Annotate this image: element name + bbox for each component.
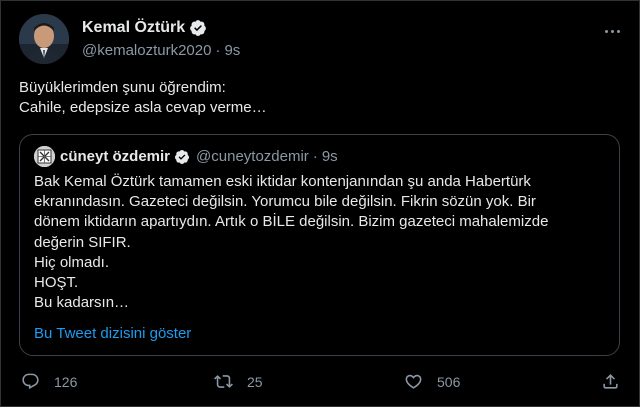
retweet-button[interactable]: 25 bbox=[214, 372, 263, 391]
quoted-author-meta: @cuneytozdemir · 9s bbox=[196, 148, 338, 165]
more-options-icon[interactable] bbox=[600, 21, 624, 41]
like-button[interactable]: 506 bbox=[404, 372, 460, 391]
quoted-author-avatar bbox=[34, 146, 55, 167]
reply-button[interactable]: 126 bbox=[21, 372, 77, 391]
reply-count: 126 bbox=[54, 373, 78, 390]
share-button[interactable] bbox=[601, 372, 620, 391]
author-handle[interactable]: @kemalozturk2020 bbox=[82, 42, 211, 59]
verified-badge-icon bbox=[175, 149, 190, 164]
quoted-tweet-line: değerin SIFIR. bbox=[34, 233, 131, 251]
show-thread-link[interactable]: Bu Tweet dizisini göster bbox=[34, 325, 191, 342]
quoted-tweet-line: dönem iktidarın apartıydın. Artık o BİLE… bbox=[34, 213, 549, 231]
share-icon bbox=[603, 374, 618, 389]
author-meta: @kemalozturk2020 · 9s bbox=[82, 42, 240, 59]
heart-icon bbox=[405, 374, 422, 389]
author-avatar[interactable] bbox=[19, 14, 69, 64]
reply-icon bbox=[22, 373, 39, 390]
quoted-tweet-line: Bu kadarsın… bbox=[34, 294, 130, 312]
verified-badge-icon bbox=[190, 20, 207, 36]
quoted-tweet-timestamp: 9s bbox=[321, 148, 338, 165]
tweet-line: Cahile, edepsize asla cevap verme… bbox=[19, 99, 267, 116]
quoted-tweet-line: HOŞT. bbox=[34, 274, 79, 292]
quoted-tweet-line: ekranındasın. Gazeteci değilsin. Yorumcu… bbox=[34, 193, 536, 211]
author-display-name[interactable]: Kemal Öztürk bbox=[82, 19, 185, 37]
retweet-icon bbox=[214, 375, 233, 388]
user-avatar-photo bbox=[19, 14, 69, 64]
tweet-timestamp[interactable]: 9s bbox=[224, 42, 240, 59]
quoted-author-name[interactable]: cüneyt özdemir bbox=[60, 148, 170, 165]
meta-separator: · bbox=[215, 42, 221, 59]
user-avatar-photo bbox=[34, 146, 55, 167]
quoted-tweet-line: Hiç olmadı. bbox=[34, 253, 110, 271]
quoted-author-handle: @cuneytozdemir bbox=[196, 148, 309, 165]
meta-separator: · bbox=[312, 148, 318, 165]
quoted-tweet[interactable]: cüneyt özdemir @cuneytozdemir · 9s Bak K… bbox=[19, 134, 620, 356]
quoted-tweet-body: Bak Kemal Öztürk tamamen eski iktidar ko… bbox=[34, 172, 604, 313]
quoted-tweet-line: Bak Kemal Öztürk tamamen eski iktidar ko… bbox=[34, 173, 531, 190]
author-name-row: Kemal Öztürk bbox=[82, 19, 207, 37]
tweet-body: Büyüklerimden şunu öğrendim: Cahile, ede… bbox=[19, 78, 619, 118]
retweet-count: 25 bbox=[247, 373, 263, 390]
quoted-tweet-header: cüneyt özdemir @cuneytozdemir · 9s bbox=[34, 146, 338, 167]
like-count: 506 bbox=[437, 373, 461, 390]
tweet-actions-bar: 126 25 506 bbox=[0, 372, 640, 394]
tweet-line: Büyüklerimden şunu öğrendim: bbox=[19, 79, 226, 96]
